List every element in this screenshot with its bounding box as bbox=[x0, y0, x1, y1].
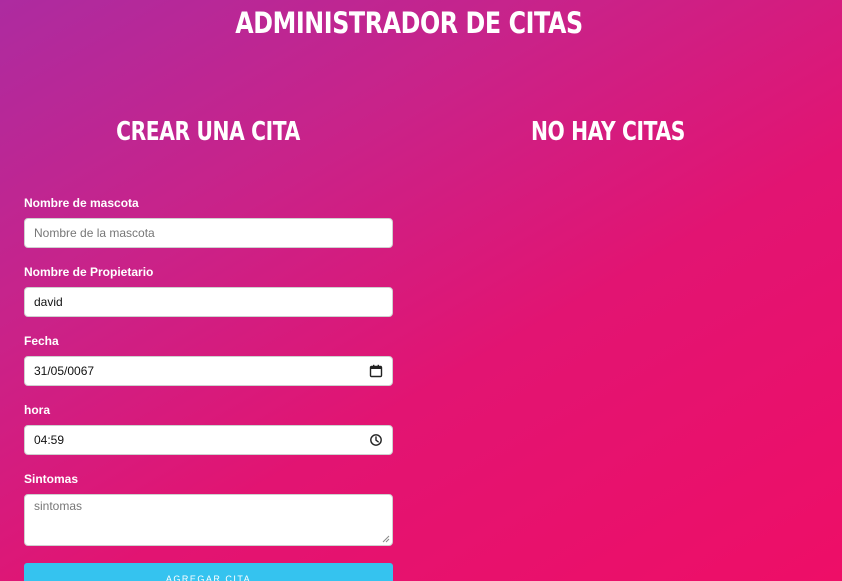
symptoms-placeholder: sintomas bbox=[34, 499, 83, 513]
date-value: 31/05/0067 bbox=[34, 364, 95, 378]
time-label: hora bbox=[24, 403, 51, 417]
time-input[interactable]: 04:59 bbox=[24, 425, 393, 455]
appointment-form: Nombre de mascota Nombre de la mascota N… bbox=[24, 196, 393, 581]
symptoms-label: Sintomas bbox=[24, 472, 79, 486]
pet-name-label: Nombre de mascota bbox=[24, 196, 139, 210]
owner-name-value: david bbox=[34, 295, 63, 309]
date-label: Fecha bbox=[24, 334, 59, 348]
form-title: CREAR UNA CITA bbox=[116, 117, 300, 147]
appointments-title: NO HAY CITAS bbox=[530, 117, 686, 147]
pet-name-input[interactable]: Nombre de la mascota bbox=[24, 218, 393, 248]
resize-handle-icon[interactable] bbox=[382, 535, 390, 543]
owner-name-label: Nombre de Propietario bbox=[24, 265, 154, 279]
add-appointment-button[interactable]: AGREGAR CITA bbox=[24, 563, 393, 581]
date-input[interactable]: 31/05/0067 bbox=[24, 356, 393, 386]
owner-name-input[interactable]: david bbox=[24, 287, 393, 317]
calendar-icon[interactable] bbox=[369, 364, 383, 378]
symptoms-textarea[interactable]: sintomas bbox=[24, 494, 393, 546]
time-value: 04:59 bbox=[34, 433, 65, 447]
clock-icon[interactable] bbox=[369, 433, 383, 447]
app-title: ADMINISTRADOR DE CITAS bbox=[235, 6, 583, 40]
